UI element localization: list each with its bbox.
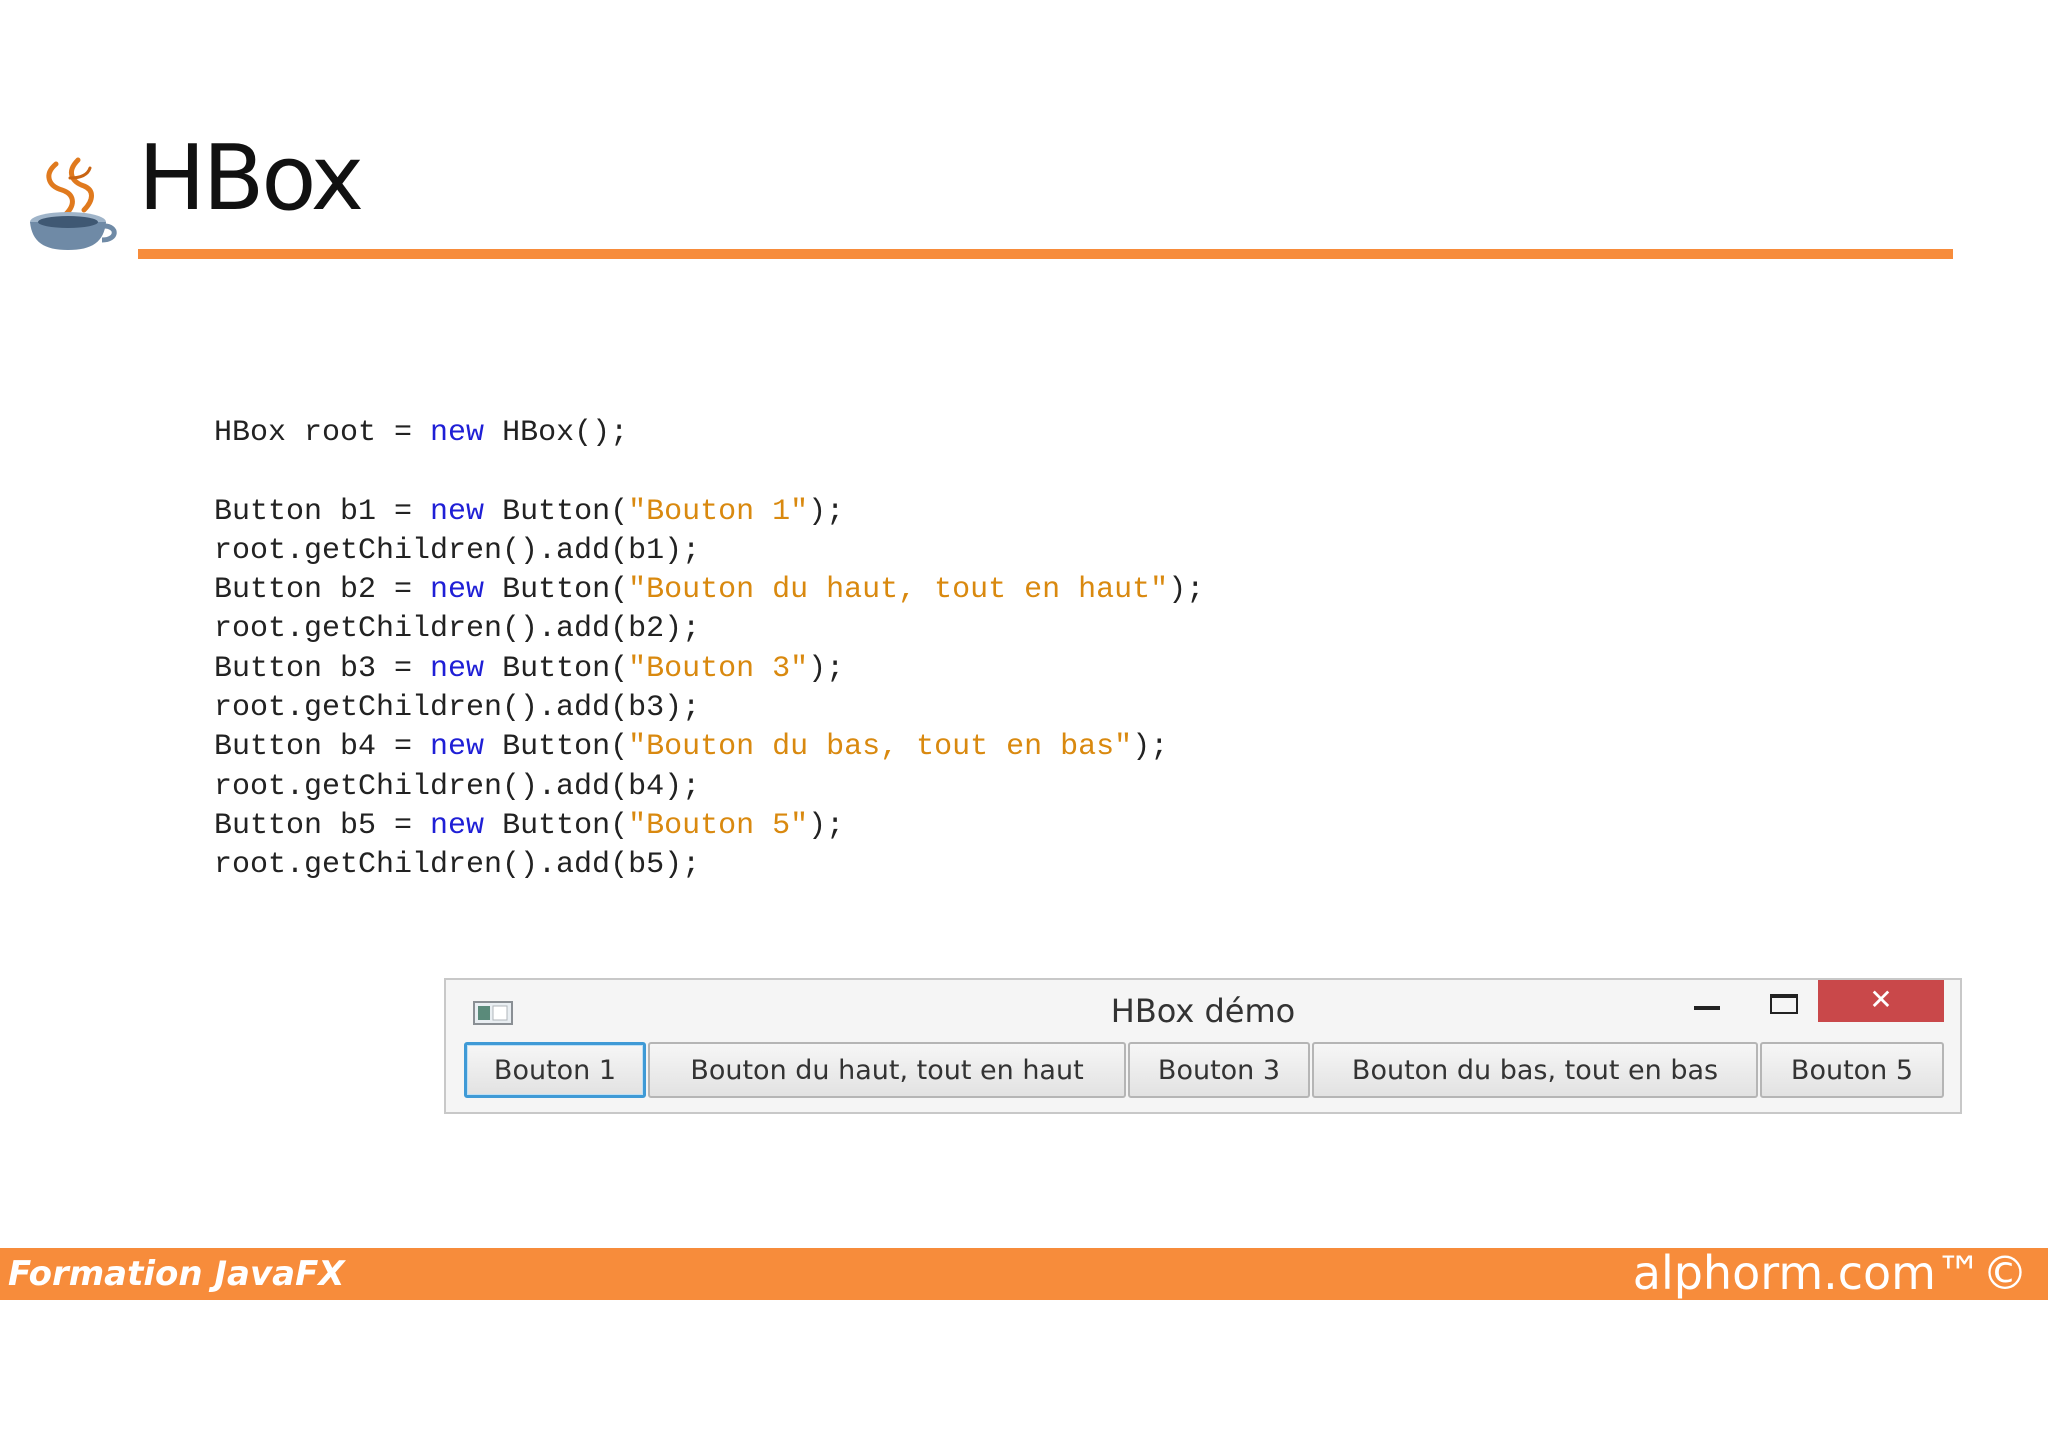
slide-title: HBox	[138, 126, 364, 231]
slide: HBox HBox root = new HBox(); Button b1 =…	[0, 0, 2048, 1447]
footer-course-name: Formation JavaFX	[8, 1254, 345, 1294]
button-bouton-du-haut[interactable]: Bouton du haut, tout en haut	[648, 1042, 1126, 1098]
code-line: Button b2 = new Button("Bouton du haut, …	[214, 571, 1204, 610]
code-string: "Bouton 3"	[628, 651, 809, 686]
code-text: root.getChildren().add(b4);	[214, 769, 701, 804]
code-text: );	[808, 494, 845, 529]
window-title: HBox démo	[1110, 992, 1296, 1030]
code-line: root.getChildren().add(b4);	[214, 768, 1204, 807]
code-text: HBox root =	[214, 416, 431, 450]
code-text: Button(	[484, 494, 629, 529]
code-text: );	[808, 651, 845, 686]
code-line: Button b1 = new Button("Bouton 1");	[214, 493, 1204, 532]
code-line: root.getChildren().add(b2);	[214, 610, 1204, 649]
code-keyword: new	[430, 573, 485, 608]
code-line: root.getChildren().add(b5);	[214, 846, 1204, 885]
button-bouton-3[interactable]: Bouton 3	[1128, 1042, 1310, 1098]
close-icon: ✕	[1869, 983, 1893, 1016]
code-string: "Bouton du haut, tout en haut"	[628, 573, 1169, 608]
code-text: HBox();	[484, 416, 629, 450]
code-text: );	[808, 808, 845, 843]
maximize-icon[interactable]	[1770, 994, 1798, 1014]
code-text: root.getChildren().add(b5);	[214, 848, 701, 883]
code-text: );	[1132, 730, 1169, 765]
code-keyword: new	[430, 416, 485, 450]
code-text: Button(	[484, 730, 629, 765]
code-snippet: HBox root = new HBox(); Button b1 = new …	[214, 414, 1204, 886]
code-line: root.getChildren().add(b1);	[214, 532, 1204, 571]
code-text: Button(	[484, 808, 629, 843]
code-text: Button(	[484, 651, 629, 686]
code-line: Button b5 = new Button("Bouton 5");	[214, 807, 1204, 846]
code-keyword: new	[430, 808, 485, 843]
code-text: );	[1168, 573, 1205, 608]
button-bouton-du-bas[interactable]: Bouton du bas, tout en bas	[1312, 1042, 1758, 1098]
footer-brand: alphorm.com™©	[1632, 1246, 2028, 1300]
code-text: root.getChildren().add(b1);	[214, 533, 701, 568]
code-string: "Bouton 1"	[628, 494, 809, 529]
code-keyword: new	[430, 651, 485, 686]
code-line: Button b3 = new Button("Bouton 3");	[214, 650, 1204, 689]
code-text: Button(	[484, 573, 629, 608]
button-bouton-1[interactable]: Bouton 1	[464, 1042, 646, 1098]
code-string: "Bouton 5"	[628, 808, 809, 843]
title-underline	[138, 249, 1953, 259]
code-keyword: new	[430, 730, 485, 765]
code-line: Button b4 = new Button("Bouton du bas, t…	[214, 728, 1204, 767]
close-button[interactable]: ✕	[1818, 980, 1944, 1022]
hbox-demo-window: HBox démo ✕ Bouton 1 Bouton du haut, tou…	[444, 978, 1962, 1114]
code-keyword: new	[430, 494, 485, 529]
code-text: Button b3 =	[214, 651, 431, 686]
code-line: root.getChildren().add(b3);	[214, 689, 1204, 728]
code-text: Button b1 =	[214, 494, 431, 529]
code-text: Button b5 =	[214, 808, 431, 843]
footer-bar: Formation JavaFX alphorm.com™©	[0, 1248, 2048, 1300]
javafx-coffee-cup-logo-icon	[30, 157, 117, 250]
minimize-icon[interactable]	[1694, 1006, 1720, 1010]
code-text: root.getChildren().add(b3);	[214, 691, 701, 726]
code-text: Button b2 =	[214, 573, 431, 608]
button-bouton-5[interactable]: Bouton 5	[1760, 1042, 1944, 1098]
code-text: Button b4 =	[214, 730, 431, 765]
code-line: HBox root = new HBox();	[214, 414, 1204, 453]
code-text: root.getChildren().add(b2);	[214, 612, 701, 647]
code-string: "Bouton du bas, tout en bas"	[628, 730, 1133, 765]
